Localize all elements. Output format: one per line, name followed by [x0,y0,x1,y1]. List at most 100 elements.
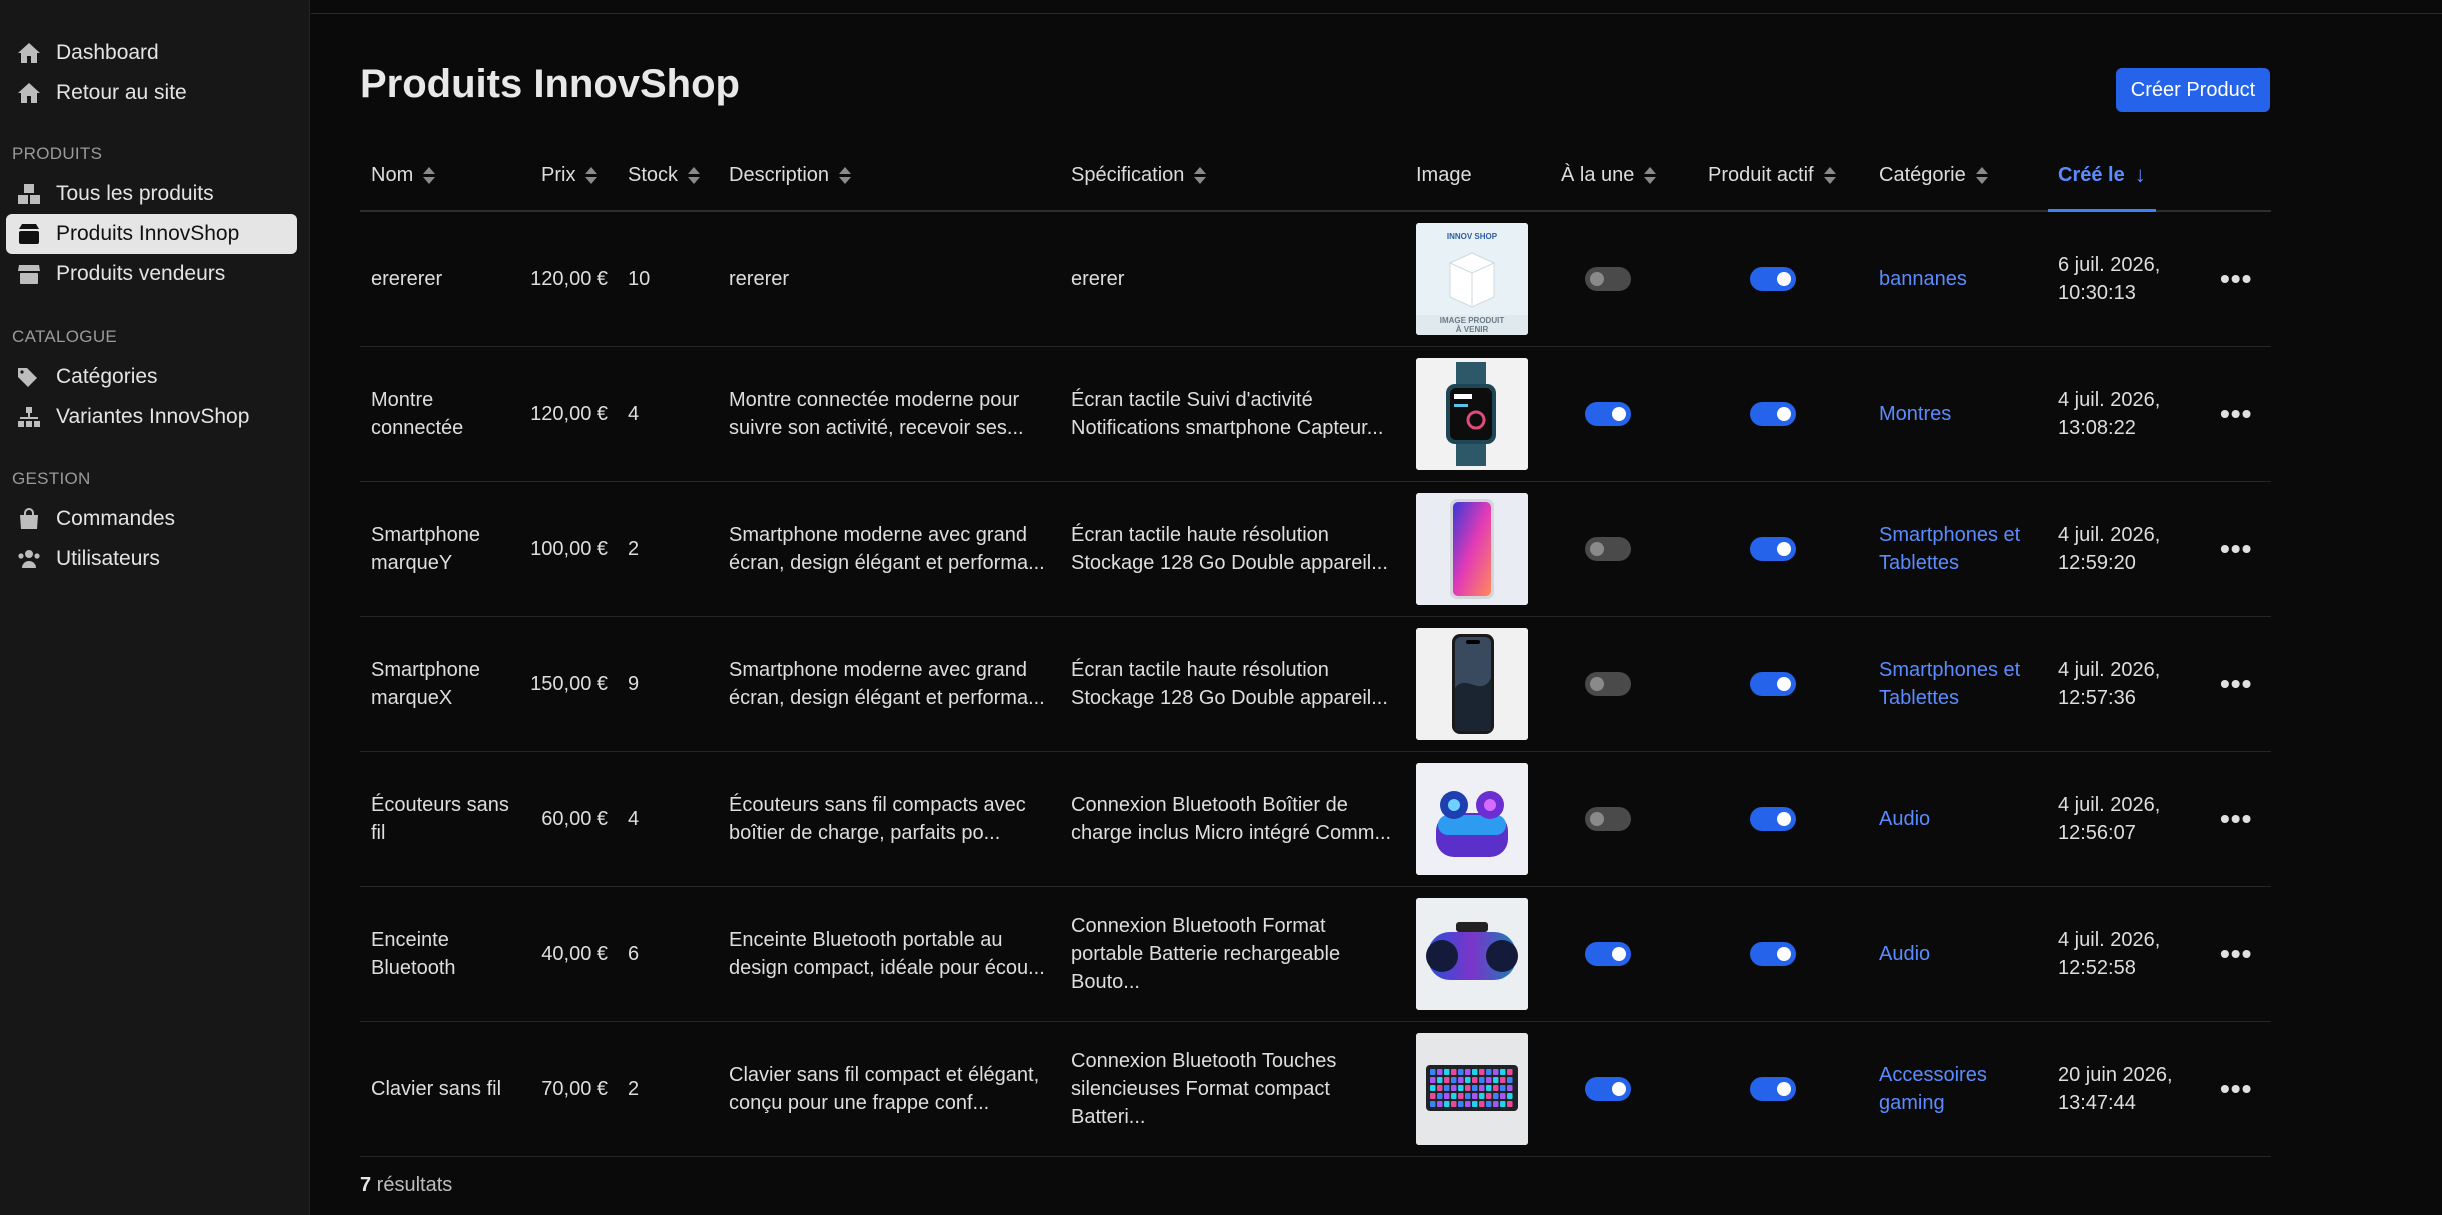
cell-specification: Connexion Bluetooth Format portable Batte… [1071,915,1341,993]
sidebar-item-commandes[interactable]: Commandes [6,499,297,539]
cell-stock: 10 [628,268,651,290]
more-options-icon[interactable]: ••• [2220,400,2252,428]
cell-produit-actif [1750,482,1810,616]
home-icon [16,81,42,105]
column-header-produit-actif[interactable]: Produit actif [1708,140,1836,210]
column-header-specification[interactable]: Spécification [1071,140,1207,210]
a-la-une-toggle[interactable] [1585,1077,1631,1101]
a-la-une-toggle[interactable] [1585,942,1631,966]
table-row[interactable]: Smartphone marqueY 100,00 €2 Smartphone mod… [360,482,2271,617]
column-header-stock[interactable]: Stock [628,140,701,210]
sidebar-item-categories[interactable]: Catégories [6,357,297,397]
produit-actif-toggle[interactable] [1750,942,1796,966]
cell-description: Écouteurs sans fil compacts avec boîtier … [729,794,1026,844]
cell-cree-le: 4 juil. 2026, 12:56:07 [2058,794,2161,844]
product-image [1416,898,1528,1010]
table-row[interactable]: erererer 120,00 €10 rererer ererer INNOV SHO… [360,212,2271,347]
category-link[interactable]: Smartphones et Tablettes [1879,521,2020,577]
sidebar-item-utilisateurs[interactable]: Utilisateurs [6,539,297,579]
cell-produit-actif [1750,617,1810,751]
cell-cree-le: 6 juil. 2026, 10:30:13 [2058,254,2161,304]
table-header: Nom Prix Stock Description Spécification… [360,140,2271,212]
create-product-button[interactable]: Créer Product [2116,68,2270,112]
a-la-une-toggle[interactable] [1585,807,1631,831]
cell-stock: 4 [628,403,640,425]
sidebar-item-retour-au-site[interactable]: Retour au site [6,73,297,113]
table-row[interactable]: Smartphone marqueX 150,00 €9 Smartphone mod… [360,617,2271,752]
produit-actif-toggle[interactable] [1750,1077,1796,1101]
table-row[interactable]: Clavier sans fil 70,00 €2 Clavier sans fil… [360,1022,2271,1157]
more-options-icon[interactable]: ••• [2220,805,2252,833]
cell-image: INNOV SHOP IMAGE PRODUIT À VENIR [1416,212,1536,346]
cell-image [1416,617,1536,751]
a-la-une-toggle[interactable] [1585,537,1631,561]
cell-actions[interactable]: ••• [2220,887,2270,1021]
category-link[interactable]: Accessoires gaming [1879,1061,1987,1117]
cell-specification: Connexion Bluetooth Touches silencieuses … [1071,1050,1337,1128]
cell-actions[interactable]: ••• [2220,1022,2270,1156]
produit-actif-toggle[interactable] [1750,537,1796,561]
product-image [1416,628,1528,740]
produit-actif-toggle[interactable] [1750,267,1796,291]
column-header-cree-le[interactable]: Créé le ↓ [2048,140,2156,212]
produit-actif-toggle[interactable] [1750,672,1796,696]
cell-stock: 2 [628,1078,640,1100]
sidebar-item-variantes-innovshop[interactable]: Variantes InnovShop [6,397,297,437]
cell-actions[interactable]: ••• [2220,752,2270,886]
cell-produit-actif [1750,347,1810,481]
a-la-une-toggle[interactable] [1585,267,1631,291]
cell-specification: Écran tactile haute résolution Stockage 1… [1071,659,1388,709]
column-header-nom[interactable]: Nom [371,140,436,210]
sidebar-item-tous-les-produits[interactable]: Tous les produits [6,174,297,214]
more-options-icon[interactable]: ••• [2220,1075,2252,1103]
column-header-description[interactable]: Description [729,140,852,210]
cell-actions[interactable]: ••• [2220,617,2270,751]
cell-prix: 70,00 € [541,1078,608,1100]
category-link[interactable]: Audio [1879,940,1930,968]
column-header-categorie[interactable]: Catégorie [1879,140,1988,210]
more-options-icon[interactable]: ••• [2220,535,2252,563]
sidebar-item-dashboard[interactable]: Dashboard [6,33,297,73]
category-link[interactable]: bannanes [1879,265,1967,293]
users-icon [16,547,42,571]
results-count: 7 résultats [360,1174,453,1196]
category-link[interactable]: Montres [1879,400,1951,428]
svg-text:IMAGE PRODUIT: IMAGE PRODUIT [1440,316,1505,325]
more-options-icon[interactable]: ••• [2220,940,2252,968]
table-row[interactable]: Enceinte Bluetooth 40,00 €6 Enceinte Blueto… [360,887,2271,1022]
cell-categorie: Audio [1879,887,2049,1021]
sort-icon [1975,166,1988,184]
store-icon [16,262,42,286]
cell-specification: Connexion Bluetooth Boîtier de charge inc… [1071,794,1392,844]
column-header-a-la-une[interactable]: À la une [1561,140,1657,210]
cell-actions[interactable]: ••• [2220,347,2270,481]
a-la-une-toggle[interactable] [1585,402,1631,426]
cell-description: Smartphone moderne avec grand écran, desi… [729,659,1045,709]
table-row[interactable]: Écouteurs sans fil 60,00 €4 Écouteurs sans … [360,752,2271,887]
cell-prix: 120,00 € [530,268,608,290]
sidebar-item-produits-vendeurs[interactable]: Produits vendeurs [6,254,297,294]
cell-actions[interactable]: ••• [2220,212,2270,346]
cell-a-la-une [1585,887,1645,1021]
cell-actions[interactable]: ••• [2220,482,2270,616]
bag-icon [16,507,42,531]
sidebar-item-produits-innovshop[interactable]: Produits InnovShop [6,214,297,254]
category-link[interactable]: Audio [1879,805,1930,833]
a-la-une-toggle[interactable] [1585,672,1631,696]
table-row[interactable]: Montre connectée 120,00 €4 Montre connectée… [360,347,2271,482]
boxes-icon [16,182,42,206]
sort-icon [839,166,852,184]
category-link[interactable]: Smartphones et Tablettes [1879,656,2020,712]
cell-categorie: Smartphones et Tablettes [1879,617,2049,751]
cell-cree-le: 4 juil. 2026, 12:52:58 [2058,929,2161,979]
cell-prix: 40,00 € [541,943,608,965]
produit-actif-toggle[interactable] [1750,807,1796,831]
column-header-prix[interactable]: Prix [541,140,598,210]
cell-prix: 120,00 € [530,403,608,425]
produit-actif-toggle[interactable] [1750,402,1796,426]
more-options-icon[interactable]: ••• [2220,265,2252,293]
more-options-icon[interactable]: ••• [2220,670,2252,698]
cell-cree-le: 4 juil. 2026, 12:59:20 [2058,524,2161,574]
cell-image [1416,887,1536,1021]
cell-produit-actif [1750,887,1810,1021]
